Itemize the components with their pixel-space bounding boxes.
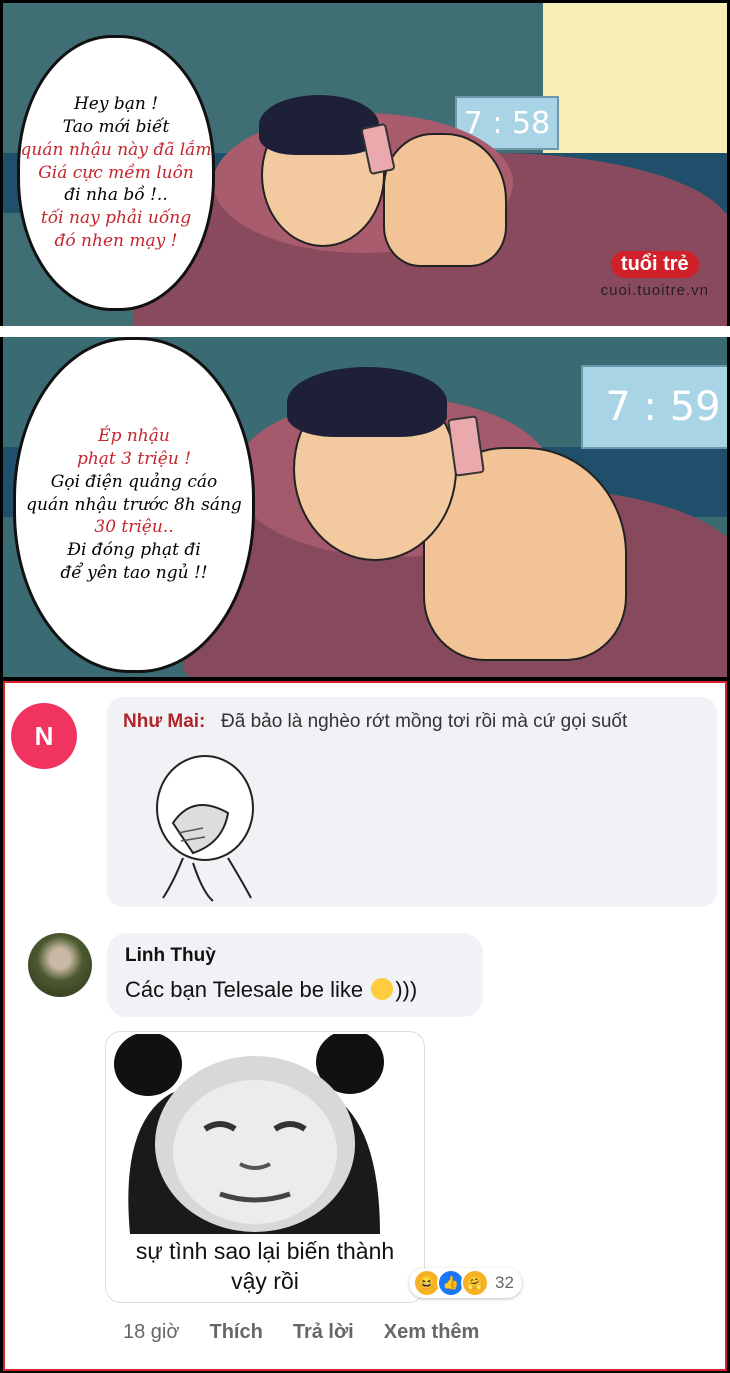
comment-author[interactable]: Linh Thuỳ — [125, 945, 216, 967]
avatar[interactable] — [28, 933, 92, 997]
speech-line: Đi đóng phạt đi — [67, 540, 201, 561]
speech-line: Tao mới biết — [62, 116, 170, 137]
panda-meme-icon — [110, 1034, 418, 1234]
speech-bubble-1: Hey bạn ! Tao mới biết quán nhậu này đã … — [17, 35, 215, 311]
speech-line: quán nhậu này đã lắm — [20, 139, 212, 160]
comment-text-suffix: ))) — [395, 977, 418, 1002]
sticker-caption-line: vậy rồi — [231, 1267, 299, 1294]
reaction-summary[interactable]: 😆 👍 🤗 32 — [409, 1268, 522, 1298]
speech-line: quán nhậu trước 8h sáng — [26, 494, 242, 515]
clock-time: 7 : 58 — [463, 105, 551, 141]
see-more-button[interactable]: Xem thêm — [384, 1321, 480, 1344]
panel-gutter — [0, 326, 730, 337]
speech-line: đi nha bồ !.. — [64, 185, 168, 206]
comment-text-main: Các bạn Telesale be like — [125, 977, 370, 1002]
avatar[interactable]: N — [11, 703, 77, 769]
sticker-caption-line: sự tình sao lại biến thành — [135, 1238, 395, 1264]
speech-line: 30 triệu.. — [94, 517, 174, 538]
comment-timestamp[interactable]: 18 giờ — [123, 1321, 179, 1344]
speech-line: đó nhen mạy ! — [54, 231, 178, 252]
speech-line: Gọi điện quảng cáo — [50, 471, 218, 492]
comment-text: Đã bảo là nghèo rớt mồng tơi rồi mà cứ g… — [221, 711, 628, 732]
comic-panel-2: 7 : 59 Ép nhậu phạt 3 triệu ! Gọi điện q… — [3, 337, 727, 677]
hair — [287, 367, 447, 437]
comment-bubble: Như Mai: Đã bảo là nghèo rớt mồng tơi rồ… — [107, 697, 717, 907]
comment-author[interactable]: Như Mai: — [123, 711, 205, 733]
reaction-count: 32 — [495, 1273, 514, 1292]
comment-text: Các bạn Telesale be like ))) — [125, 977, 417, 1003]
clock-time: 7 : 59 — [605, 384, 721, 430]
hair — [259, 95, 379, 155]
sticker-image[interactable]: sự tình sao lại biến thành vậy rồi — [105, 1031, 425, 1303]
comment-bubble: Linh Thuỳ Các bạn Telesale be like ))) — [107, 933, 483, 1017]
facepalm-meme-image[interactable] — [133, 753, 273, 903]
logo-badge: tuổi trẻ — [610, 251, 699, 278]
speech-line: tối nay phải uống — [40, 208, 192, 229]
comment-actions: 18 giờ Thích Trả lời Xem thêm — [123, 1321, 479, 1344]
reply-button[interactable]: Trả lời — [293, 1321, 354, 1344]
speech-line: Hey bạn ! — [73, 93, 159, 114]
care-icon: 🤗 — [461, 1269, 489, 1297]
speech-line: Giá cực mềm luôn — [38, 162, 194, 183]
comment-section: N Như Mai: Đã bảo là nghèo rớt mồng tơi … — [3, 681, 727, 1371]
speech-bubble-2: Ép nhậu phạt 3 triệu ! Gọi điện quảng cá… — [13, 337, 255, 673]
like-button[interactable]: Thích — [209, 1321, 262, 1344]
alarm-clock: 7 : 59 — [581, 365, 727, 449]
speech-line: để yên tao ngủ !! — [60, 563, 208, 584]
sticker-caption: sự tình sao lại biến thành vậy rồi — [106, 1237, 424, 1297]
tuoitre-logo: tuổi trẻ cuoi.tuoitre.vn — [601, 251, 709, 299]
smiling-face-icon — [371, 978, 394, 1000]
logo-url: cuoi.tuoitre.vn — [600, 282, 709, 299]
avatar-letter: N — [34, 720, 54, 751]
speech-line: phạt 3 triệu ! — [76, 448, 192, 469]
comic-panel-1: 7 : 58 Hey bạn ! Tao mới biết quán nhậu … — [3, 3, 727, 326]
window-light — [543, 3, 727, 163]
shoulder — [383, 133, 507, 267]
speech-line: Ép nhậu — [98, 425, 170, 446]
